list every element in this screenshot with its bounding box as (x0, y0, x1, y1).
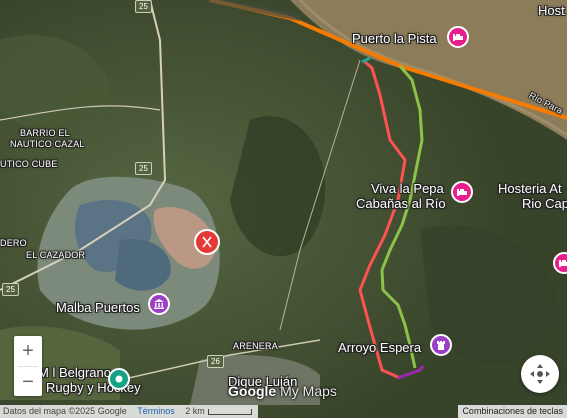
terms-link[interactable]: Términos (137, 406, 175, 416)
google-wordmark: Google (228, 383, 277, 399)
zoom-out-button[interactable]: − (14, 367, 42, 397)
label-el-cazador: EL CAZADOR (26, 250, 86, 260)
label-arroyo-espera: Arroyo Espera (338, 340, 422, 355)
keyboard-shortcuts-link[interactable]: Combinaciones de teclas (458, 405, 567, 418)
road-shield-25: 25 (2, 283, 19, 296)
hotel-icon (559, 260, 567, 267)
label-dero: DERO (0, 238, 27, 248)
museum-icon (154, 299, 164, 309)
label-nautico-cube: UTICO CUBE (0, 159, 58, 169)
road-shield-25: 25 (135, 0, 152, 13)
satellite-imagery (0, 0, 567, 418)
map-footer: Datos del mapa ©2025 Google Términos 2 k… (0, 405, 567, 418)
label-rio-cap: Rio Cap (522, 196, 567, 211)
label-puerto-la-pista: Puerto la Pista (352, 31, 437, 46)
landmark-icon (437, 341, 445, 350)
zoom-in-button[interactable]: + (14, 336, 42, 366)
museum-pin-malba[interactable] (148, 293, 170, 315)
label-malba-puertos: Malba Puertos (56, 300, 140, 315)
label-hosteria: Hosteria At (498, 181, 562, 196)
crosshair-icon (530, 364, 550, 384)
road-shield-26: 26 (207, 355, 224, 368)
restaurant-icon (202, 236, 212, 248)
scale-bar (207, 408, 252, 415)
label-belgrano: M l Belgrano (38, 365, 111, 380)
label-barrio-el: BARRIO EL (20, 128, 70, 138)
scale-label[interactable]: 2 km (185, 406, 205, 416)
park-pin-belgrano[interactable] (108, 368, 130, 390)
attribution-bar: Datos del mapa ©2025 Google Términos 2 k… (0, 405, 258, 418)
google-my-maps-logo: Google My Maps (228, 383, 337, 399)
label-cabanas-al-rio: Cabañas al Río (356, 196, 446, 211)
my-location-button[interactable] (521, 355, 559, 393)
hotel-icon (453, 34, 463, 41)
restaurant-pin[interactable] (194, 229, 220, 255)
hotel-icon (457, 189, 467, 196)
map-attribution: Datos del mapa ©2025 Google (3, 406, 127, 416)
label-viva-la-pepa: Viva la Pepa (371, 181, 444, 196)
map-canvas[interactable]: 25 25 26 25 Host Puerto la Pista Rio Par… (0, 0, 567, 418)
label-arenera: ARENERA (233, 341, 278, 351)
road-shield-25: 25 (135, 162, 152, 175)
label-host: Host (538, 3, 565, 18)
my-maps-wordmark: My Maps (276, 383, 337, 399)
landmark-pin-arroyo-espera[interactable] (430, 334, 452, 356)
hotel-pin-puerto-la-pista[interactable] (447, 26, 469, 48)
label-nautico-cazal: NAUTICO CAZAL (10, 139, 85, 149)
hotel-pin-viva-la-pepa[interactable] (451, 181, 473, 203)
zoom-controls: + − (14, 336, 42, 396)
park-icon (115, 375, 123, 383)
